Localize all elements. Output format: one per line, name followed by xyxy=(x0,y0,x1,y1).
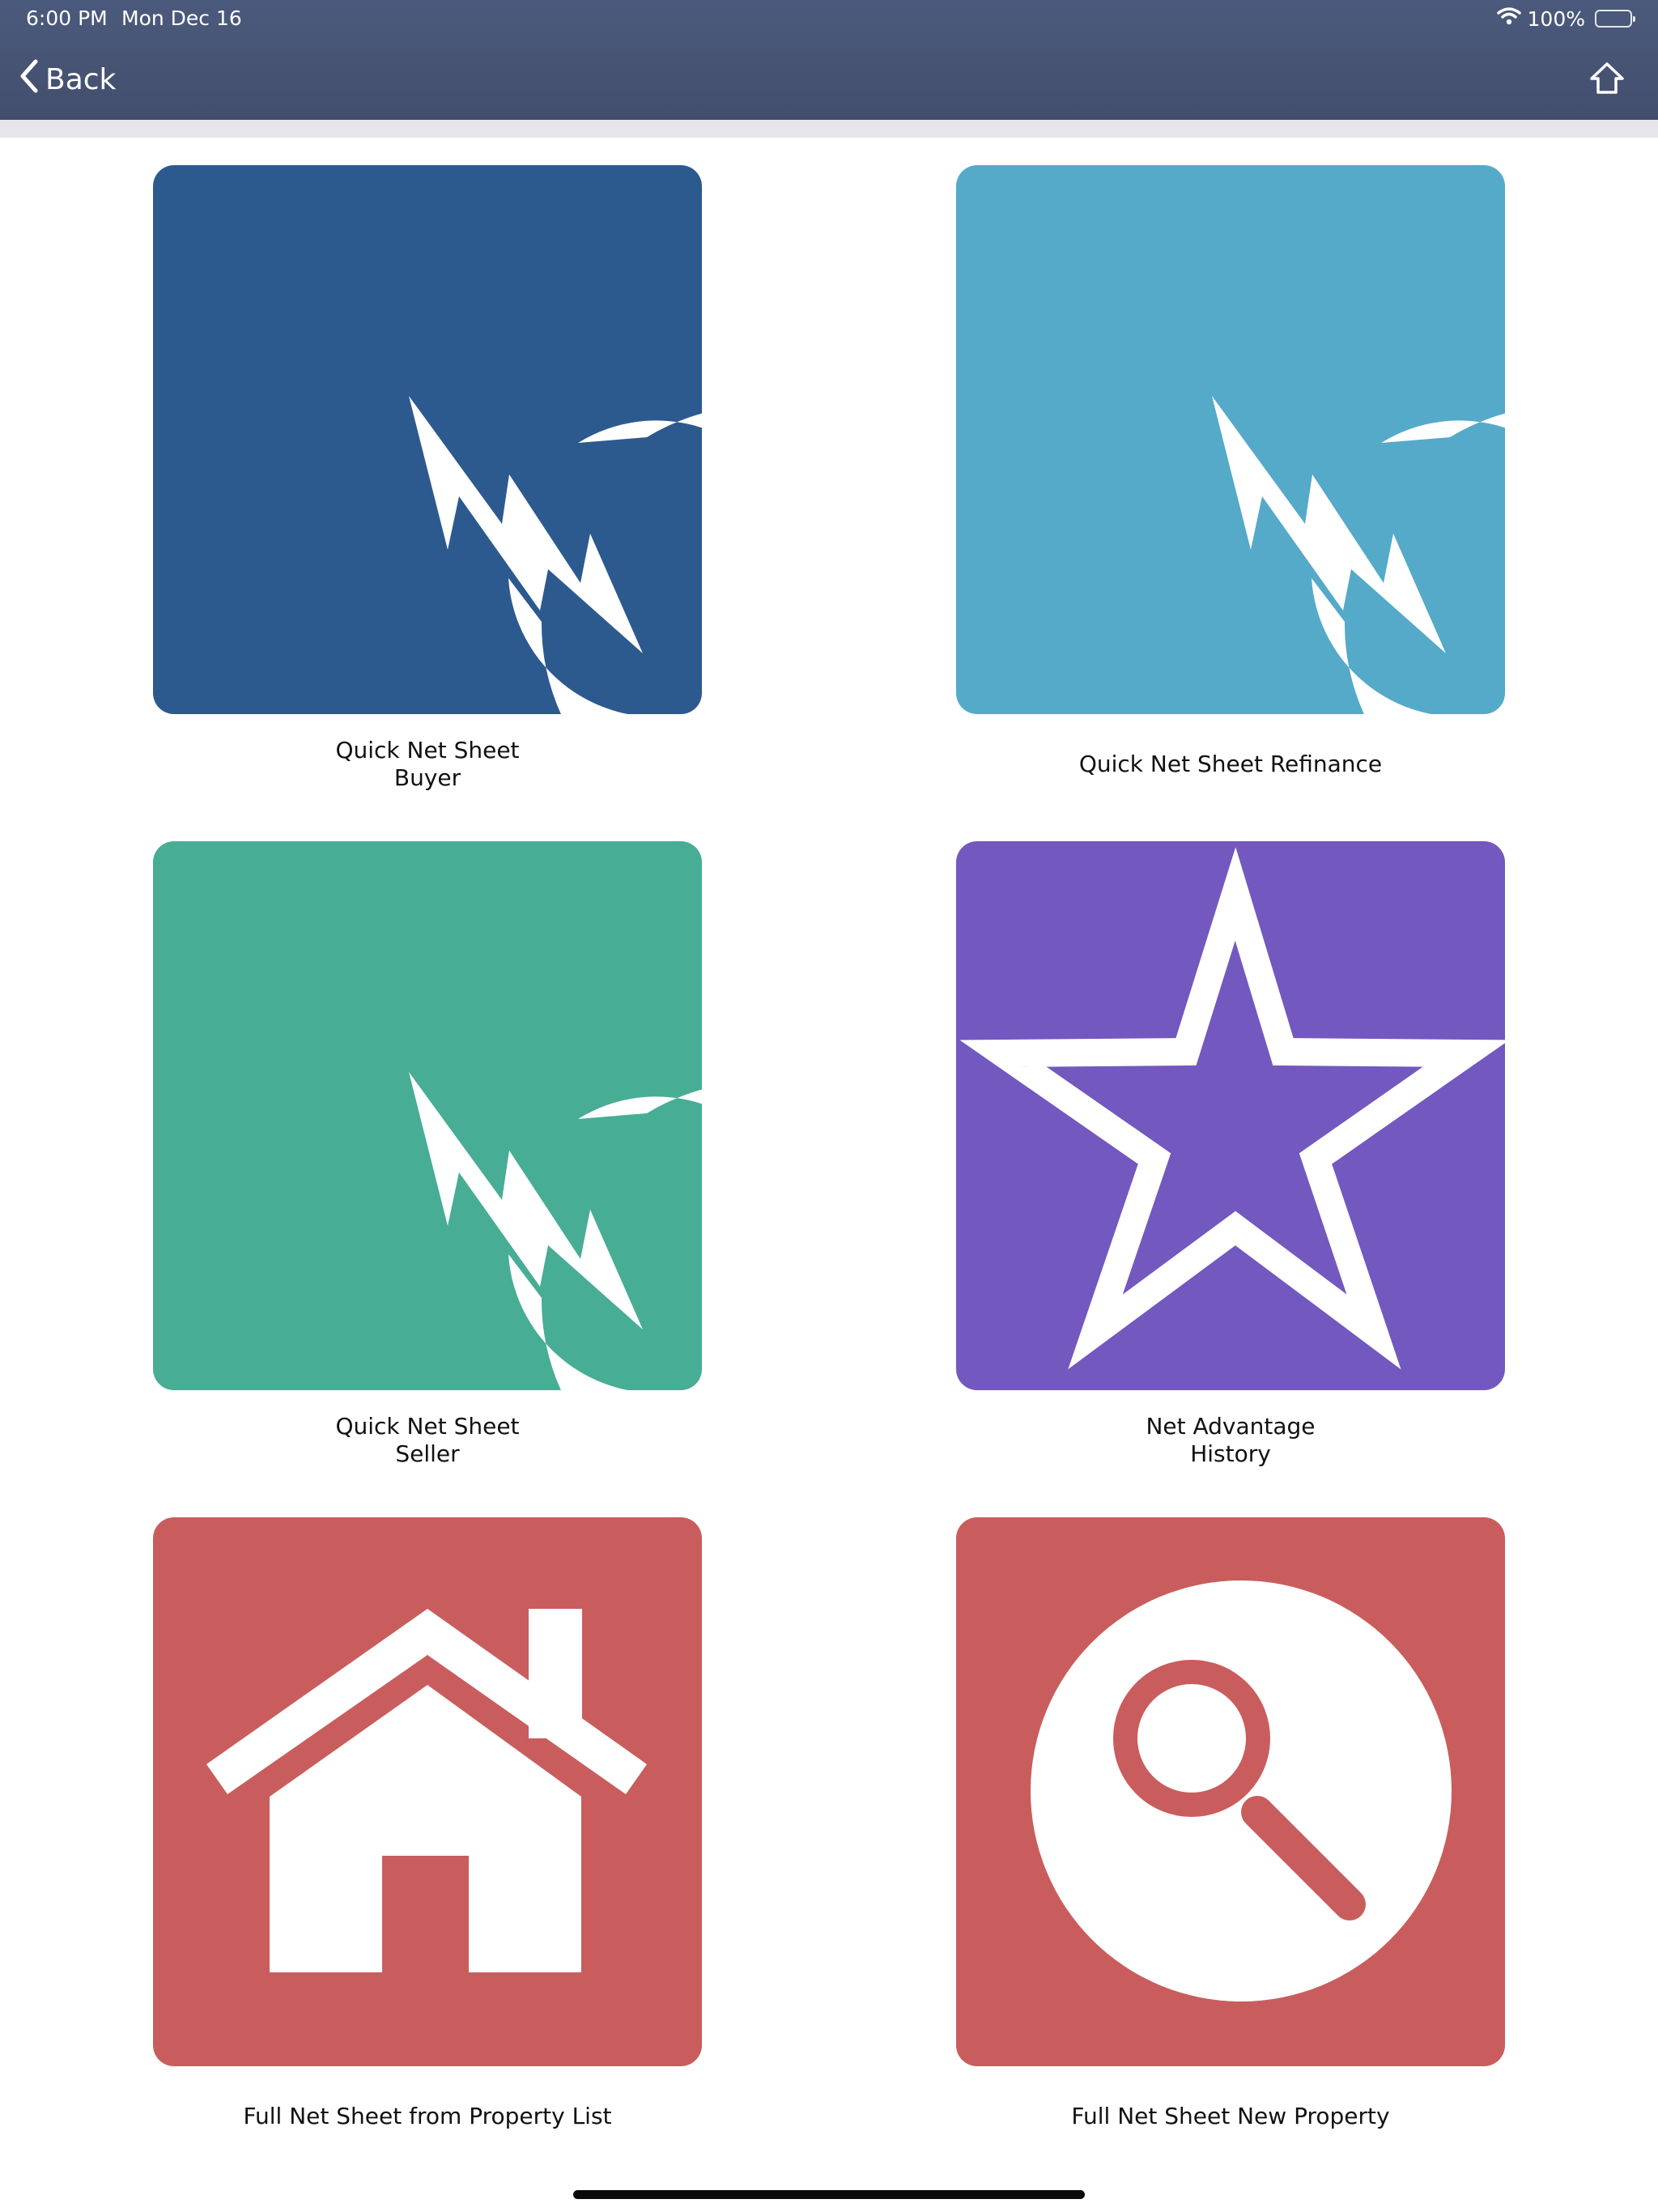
tile-full-net-sheet-new-property[interactable] xyxy=(956,1517,1505,2066)
tile-label-quick-net-sheet-refinance: Quick Net Sheet Refinance xyxy=(1078,751,1383,777)
tile-net-advantage-history[interactable] xyxy=(956,841,1505,1390)
tile-quick-net-sheet-seller[interactable] xyxy=(153,841,702,1390)
tile-label-full-net-sheet-new-property: Full Net Sheet New Property xyxy=(1071,2103,1390,2129)
home-outline-icon xyxy=(1590,62,1624,94)
star-icon xyxy=(956,841,1505,1390)
tile-label-quick-net-sheet-seller: Quick Net Sheet Seller xyxy=(335,1413,520,1467)
navigation-bar: 6:00 PM Mon Dec 16 100% Back xyxy=(0,0,1658,120)
home-button[interactable] xyxy=(1588,60,1626,97)
q-lightning-icon xyxy=(956,165,1505,714)
tile-label-full-net-sheet-property-list: Full Net Sheet from Property List xyxy=(243,2103,612,2129)
header-divider xyxy=(0,120,1658,138)
back-label: Back xyxy=(45,62,117,96)
battery-percentage: 100% xyxy=(1527,6,1585,31)
tile-label-quick-net-sheet-buyer: Quick Net Sheet Buyer xyxy=(335,737,520,791)
chevron-left-icon xyxy=(18,58,39,101)
house-icon xyxy=(153,1517,702,2066)
magnifier-icon xyxy=(956,1517,1505,2066)
home-indicator xyxy=(573,2190,1085,2199)
q-lightning-icon xyxy=(153,165,702,714)
q-lightning-icon xyxy=(153,841,702,1390)
tile-quick-net-sheet-refinance[interactable] xyxy=(956,165,1505,714)
status-time: 6:00 PM xyxy=(26,6,108,30)
battery-icon xyxy=(1595,10,1635,28)
tile-quick-net-sheet-buyer[interactable] xyxy=(153,165,702,714)
tile-full-net-sheet-property-list[interactable] xyxy=(153,1517,702,2066)
tile-label-net-advantage-history: Net Advantage History xyxy=(1146,1413,1316,1467)
wifi-icon xyxy=(1496,6,1521,31)
status-indicators: 100% xyxy=(1496,5,1635,32)
status-date: Mon Dec 16 xyxy=(121,6,242,30)
back-button[interactable]: Back xyxy=(18,57,116,102)
